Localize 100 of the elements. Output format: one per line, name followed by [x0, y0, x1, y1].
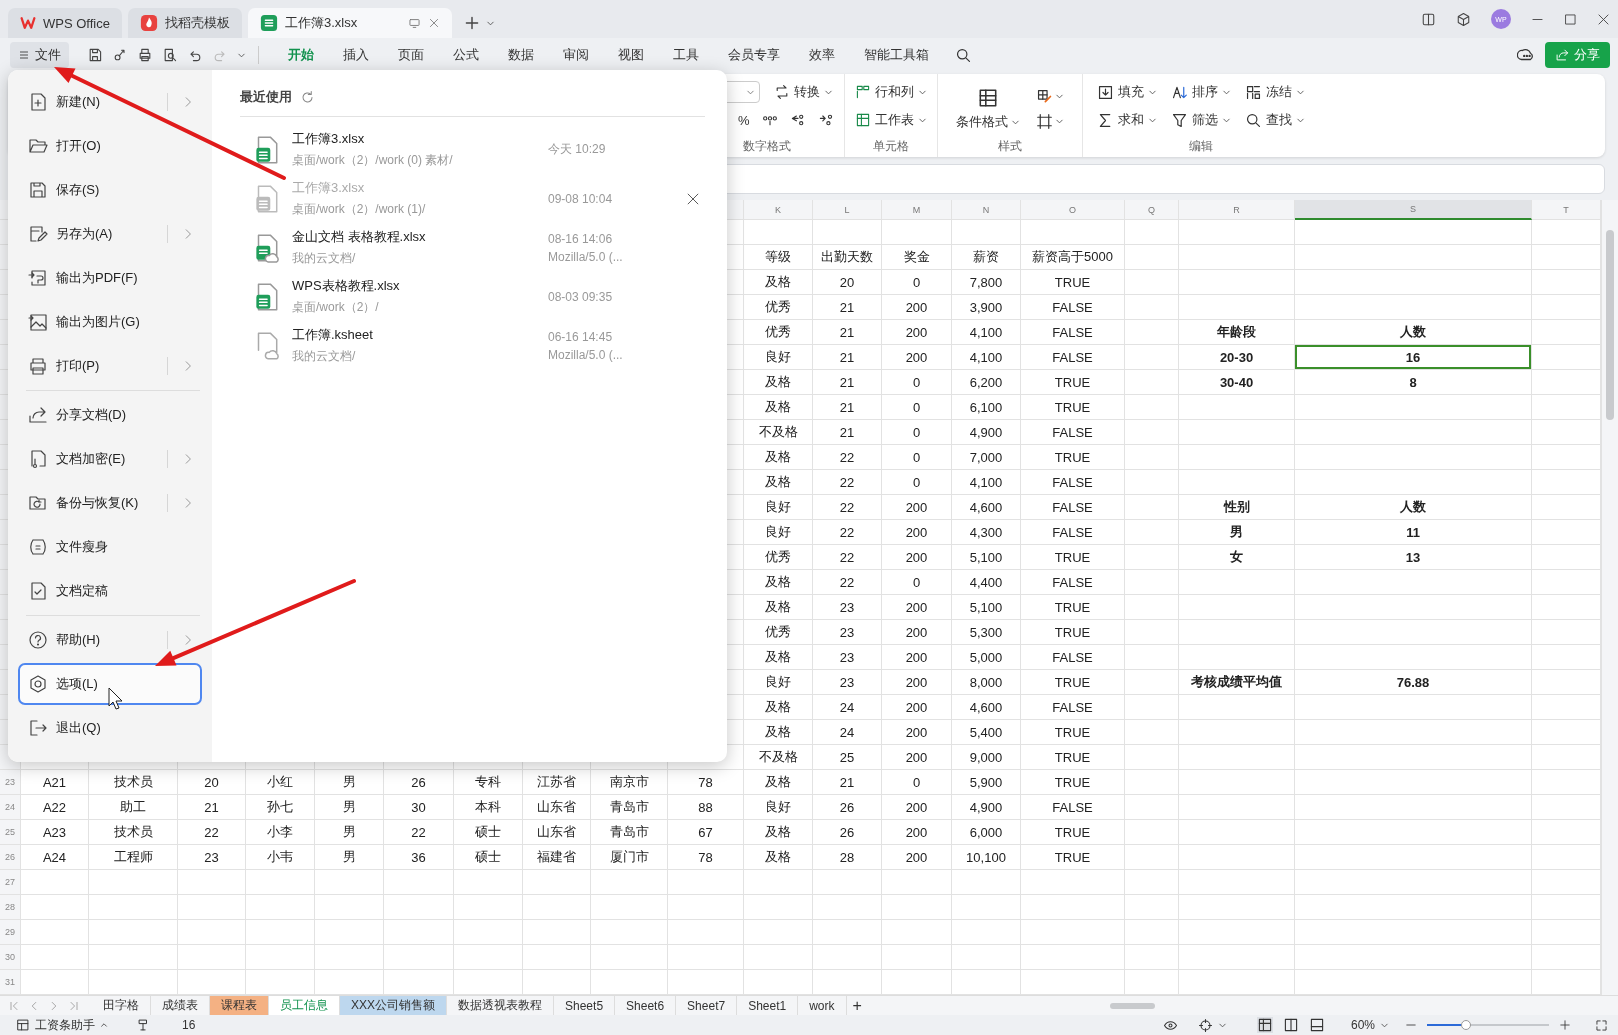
menu-item[interactable]: 备份与恢复(K)	[18, 482, 202, 524]
table-cell: TRUE	[1021, 270, 1125, 295]
menu-item[interactable]: 打开(O)	[18, 125, 202, 167]
ribbon-tab[interactable]: 公式	[438, 38, 493, 72]
table-cell	[1125, 295, 1179, 320]
freeze-button[interactable]: 冻结	[1244, 80, 1305, 104]
ribbon-tab[interactable]: 视图	[603, 38, 658, 72]
column-header[interactable]: S	[1295, 200, 1532, 220]
window-tab[interactable]: WPS Office	[8, 8, 122, 38]
column-header[interactable]: N	[952, 200, 1021, 220]
sheet-tab[interactable]: 课程表	[210, 996, 269, 1015]
sum-button[interactable]: 求和	[1096, 108, 1157, 132]
ribbon-tab[interactable]: 审阅	[548, 38, 603, 72]
table-cell: 78	[668, 770, 744, 795]
ribbon-tab[interactable]: 智能工具箱	[849, 38, 943, 72]
fill-button[interactable]: 填充	[1096, 80, 1157, 104]
cell-style-icon[interactable]	[1035, 88, 1053, 105]
column-header[interactable]: O	[1021, 200, 1125, 220]
table-cell: 8	[1295, 370, 1532, 395]
conditional-format-button[interactable]: 条件格式	[955, 87, 1020, 131]
ribbon-tab[interactable]: 效率	[794, 38, 849, 72]
window-tab[interactable]: 找稻壳模板	[127, 8, 242, 38]
link-icon[interactable]	[112, 47, 128, 63]
save-icon[interactable]	[87, 47, 103, 63]
increase-decimal-icon[interactable]	[789, 112, 806, 128]
zoom-in-icon[interactable]	[1559, 1019, 1571, 1031]
row-number: 25	[0, 820, 21, 845]
ribbon-tab[interactable]: 页面	[383, 38, 438, 72]
menu-item[interactable]: 输出为PDF(F)	[18, 257, 202, 299]
table-cell: 7,800	[952, 270, 1021, 295]
page-break-view-icon[interactable]	[1308, 1017, 1325, 1033]
maximize-icon[interactable]	[1564, 12, 1577, 26]
zoom-value[interactable]: 60%	[1350, 1018, 1375, 1032]
table-cell: TRUE	[1021, 445, 1125, 470]
plus-icon[interactable]	[463, 15, 480, 31]
ribbon-tab[interactable]: 工具	[658, 38, 713, 72]
column-header[interactable]: L	[813, 200, 882, 220]
print-preview-icon[interactable]	[162, 47, 178, 63]
decrease-decimal-icon[interactable]	[817, 112, 834, 128]
file-source: Mozilla/5.0 (...	[548, 347, 624, 362]
column-header[interactable]: M	[882, 200, 952, 220]
border-icon[interactable]	[1035, 113, 1053, 130]
rows-columns-button[interactable]: 行和列	[854, 83, 927, 101]
close-icon[interactable]	[427, 17, 440, 29]
sort-button[interactable]: 排序	[1170, 80, 1231, 104]
normal-view-icon[interactable]	[1256, 1017, 1273, 1033]
layout-icon[interactable]	[1421, 11, 1436, 27]
column-header[interactable]: Q	[1125, 200, 1179, 220]
search-icon[interactable]	[955, 46, 972, 64]
fullscreen-icon[interactable]	[1595, 1018, 1608, 1032]
menu-item[interactable]: 退出(Q)	[18, 707, 202, 749]
file-name[interactable]: 金山文档 表格教程.xlsx	[292, 228, 548, 246]
helper-button[interactable]: 工资条助手	[35, 1016, 95, 1034]
file-name[interactable]: 工作簿.ksheet	[292, 326, 548, 344]
menu-item[interactable]: 打印(P)	[18, 345, 202, 387]
percent-button[interactable]: %	[738, 112, 750, 128]
ribbon-tab[interactable]: 数据	[493, 38, 548, 72]
file-menu-button[interactable]: 文件	[10, 42, 69, 68]
convert-button[interactable]: 转换	[774, 83, 833, 101]
close-icon[interactable]	[1597, 12, 1610, 26]
window-tab[interactable]: 工作簿3.xlsx	[247, 8, 452, 38]
filter-button[interactable]: 筛选	[1170, 108, 1231, 132]
column-header[interactable]: T	[1532, 200, 1601, 220]
zoom-slider[interactable]	[1427, 1020, 1549, 1030]
sheet-tab[interactable]: 员工信息	[269, 996, 340, 1015]
menu-item[interactable]: 文档定稿	[18, 570, 202, 612]
table-cell	[1125, 820, 1179, 845]
column-header[interactable]: R	[1179, 200, 1295, 220]
printer-icon[interactable]	[137, 47, 153, 63]
refresh-icon[interactable]	[300, 89, 315, 105]
column-header[interactable]: K	[744, 200, 813, 220]
add-sheet-button[interactable]: +	[852, 996, 862, 1015]
ribbon-tab[interactable]: 会员专享	[713, 38, 794, 72]
file-name[interactable]: 工作簿3.xlsx	[292, 130, 548, 148]
menu-item[interactable]: 选项(L)	[18, 663, 202, 705]
file-name[interactable]: WPS表格教程.xlsx	[292, 277, 548, 295]
table-cell: 28	[813, 845, 882, 870]
tool-icon[interactable]	[136, 1018, 150, 1032]
sheet-tab[interactable]: XXX公司销售额	[340, 996, 447, 1015]
menu-item[interactable]: 输出为图片(G)	[18, 301, 202, 343]
close-icon[interactable]	[686, 191, 700, 206]
menu-item[interactable]: 新建(N)	[18, 81, 202, 123]
menu-item[interactable]: 分享文档(D)	[18, 394, 202, 436]
ribbon-tab[interactable]: 插入	[328, 38, 383, 72]
vertical-scrollbar[interactable]	[1601, 200, 1618, 995]
menu-item[interactable]: 帮助(H)	[18, 619, 202, 661]
table-cell	[523, 895, 591, 920]
menu-item[interactable]: 保存(S)	[18, 169, 202, 211]
menu-item[interactable]: 另存为(A)	[18, 213, 202, 255]
row-number: 28	[0, 895, 21, 920]
location-icon[interactable]	[1197, 1017, 1213, 1033]
table-cell	[315, 895, 384, 920]
menu-item[interactable]: 文件瘦身	[18, 526, 202, 568]
find-button[interactable]: 查找	[1244, 108, 1305, 132]
table-cell	[178, 895, 246, 920]
cube-icon[interactable]	[1456, 11, 1471, 27]
menu-item[interactable]: 文档加密(E)	[18, 438, 202, 480]
worksheet-button[interactable]: 工作表	[854, 111, 927, 129]
table-cell	[315, 920, 384, 945]
page-view-icon[interactable]	[1282, 1017, 1299, 1033]
